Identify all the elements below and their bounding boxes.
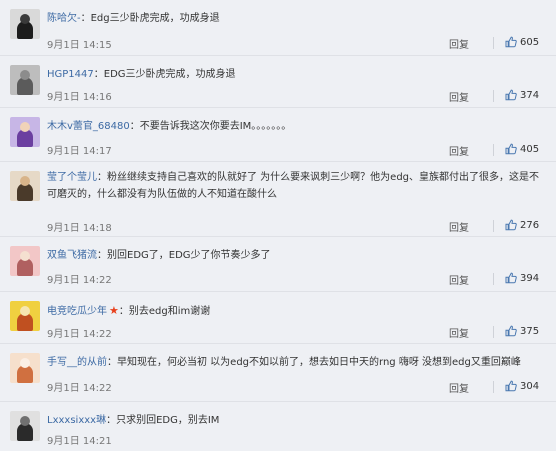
like-count: 394 bbox=[520, 272, 540, 284]
comment-content: 陈哈欠-：Edg三少卧虎完成，功成身退 bbox=[47, 10, 546, 27]
member-badge-icon: ★ bbox=[109, 304, 119, 317]
comment-content: 莹了个莹儿：粉丝继续支持自己喜欢的队就好了 为什么要来讽刺三少啊？他为edg、皇… bbox=[47, 169, 546, 203]
name-separator: ： bbox=[129, 121, 140, 132]
name-separator: ： bbox=[106, 415, 117, 426]
thumb-up-icon bbox=[505, 36, 517, 48]
like-count: 605 bbox=[520, 36, 540, 48]
like-button[interactable]: 304 bbox=[505, 380, 539, 392]
comment-content: 手写__的从前：早知现在，何必当初 以为edg不如以前了，想去如日中天的rng … bbox=[47, 354, 546, 371]
username-link[interactable]: 手写__的从前 bbox=[47, 357, 107, 368]
comment-content: HGP1447：EDG三少卧虎完成，功成身退 bbox=[47, 66, 546, 83]
thumb-up-icon bbox=[505, 89, 517, 101]
reply-button[interactable]: 回复 bbox=[449, 36, 469, 51]
avatar[interactable] bbox=[10, 411, 40, 441]
thumb-up-icon bbox=[505, 272, 517, 284]
comment-text: 早知现在，何必当初 以为edg不如以前了，想去如日中天的rng 嗨呀 没想到ed… bbox=[117, 357, 521, 368]
comment-timestamp: 9月1日 14:22 bbox=[47, 275, 112, 286]
comment-timestamp: 9月1日 14:22 bbox=[47, 329, 112, 340]
name-separator: ： bbox=[93, 69, 104, 80]
comment-timestamp: 9月1日 14:21 bbox=[47, 436, 112, 447]
avatar[interactable] bbox=[10, 353, 40, 383]
comment-item: 手写__的从前：早知现在，何必当初 以为edg不如以前了，想去如日中天的rng … bbox=[0, 344, 556, 402]
like-button[interactable]: 405 bbox=[505, 143, 539, 155]
name-separator: ： bbox=[97, 172, 107, 183]
like-count: 375 bbox=[520, 325, 540, 337]
reply-button[interactable]: 回复 bbox=[449, 380, 469, 395]
thumb-up-icon bbox=[505, 380, 517, 392]
username-link[interactable]: Lxxxsixxx琳 bbox=[47, 415, 106, 426]
avatar[interactable] bbox=[10, 117, 40, 147]
avatar[interactable] bbox=[10, 9, 40, 39]
action-divider bbox=[493, 144, 494, 156]
comment-item: HGP1447：EDG三少卧虎完成，功成身退 9月1日 14:16 回复 374 bbox=[0, 56, 556, 108]
avatar[interactable] bbox=[10, 301, 40, 331]
username-link[interactable]: 陈哈欠- bbox=[47, 13, 81, 24]
name-separator: ： bbox=[80, 13, 91, 24]
comment-feed: 陈哈欠-：Edg三少卧虎完成，功成身退 9月1日 14:15 回复 605 HGP144… bbox=[0, 0, 556, 451]
comment-text: 只求别回EDG，别去IM bbox=[116, 415, 220, 426]
name-separator: ： bbox=[107, 357, 117, 368]
reply-button[interactable]: 回复 bbox=[449, 325, 469, 340]
username-link[interactable]: 双鱼飞猪流 bbox=[47, 250, 97, 261]
avatar[interactable] bbox=[10, 65, 40, 95]
username-link[interactable]: 木木v蕾官_68480 bbox=[47, 121, 130, 132]
comment-timestamp: 9月1日 14:17 bbox=[47, 146, 112, 157]
like-count: 405 bbox=[520, 143, 540, 155]
comment-content: 双鱼飞猪流：别回EDG了，EDG少了你节奏少多了 bbox=[47, 247, 546, 264]
username-link[interactable]: 电竞吃瓜少年 bbox=[47, 306, 107, 317]
reply-button[interactable]: 回复 bbox=[449, 219, 469, 234]
like-button[interactable]: 276 bbox=[505, 219, 539, 231]
like-count: 276 bbox=[520, 219, 540, 231]
username-link[interactable]: HGP1447 bbox=[47, 69, 94, 80]
like-count: 374 bbox=[520, 89, 540, 101]
like-button[interactable]: 605 bbox=[505, 36, 539, 48]
comment-item: 陈哈欠-：Edg三少卧虎完成，功成身退 9月1日 14:15 回复 605 bbox=[0, 0, 556, 56]
comment-text: 别回EDG了，EDG少了你节奏少多了 bbox=[107, 250, 271, 261]
name-separator: ： bbox=[118, 306, 129, 317]
comment-text: 不要告诉我这次你要去IM。。。。。。。 bbox=[139, 121, 292, 132]
comment-item: Lxxxsixxx琳：只求别回EDG，别去IM 9月1日 14:21 bbox=[0, 402, 556, 451]
like-button[interactable]: 375 bbox=[505, 325, 539, 337]
comment-content: 木木v蕾官_68480：不要告诉我这次你要去IM。。。。。。。 bbox=[47, 118, 546, 135]
comment-item: 双鱼飞猪流：别回EDG了，EDG少了你节奏少多了 9月1日 14:22 回复 394 bbox=[0, 237, 556, 292]
reply-button[interactable]: 回复 bbox=[449, 272, 469, 287]
action-divider bbox=[493, 90, 494, 102]
avatar[interactable] bbox=[10, 171, 40, 201]
comment-content: 电竞吃瓜少年 ★：别去edg和im谢谢 bbox=[47, 302, 546, 320]
comment-content: Lxxxsixxx琳：只求别回EDG，别去IM bbox=[47, 412, 546, 429]
comment-timestamp: 9月1日 14:22 bbox=[47, 383, 112, 394]
action-divider bbox=[493, 273, 494, 285]
like-button[interactable]: 394 bbox=[505, 272, 539, 284]
comment-text: EDG三少卧虎完成，功成身退 bbox=[103, 69, 236, 80]
comment-text: 粉丝继续支持自己喜欢的队就好了 为什么要来讽刺三少啊？他为edg、皇族都付出了很… bbox=[47, 172, 540, 200]
comment-text: Edg三少卧虎完成，功成身退 bbox=[90, 13, 220, 24]
username-link[interactable]: 莹了个莹儿 bbox=[47, 172, 97, 183]
thumb-up-icon bbox=[505, 325, 517, 337]
comment-item: 莹了个莹儿：粉丝继续支持自己喜欢的队就好了 为什么要来讽刺三少啊？他为edg、皇… bbox=[0, 162, 556, 237]
like-button[interactable]: 374 bbox=[505, 89, 539, 101]
comment-timestamp: 9月1日 14:18 bbox=[47, 223, 112, 234]
thumb-up-icon bbox=[505, 219, 517, 231]
action-divider bbox=[493, 381, 494, 393]
comment-item: 木木v蕾官_68480：不要告诉我这次你要去IM。。。。。。。 9月1日 14:1… bbox=[0, 108, 556, 162]
action-divider bbox=[493, 326, 494, 338]
action-divider bbox=[493, 37, 494, 49]
comment-text: 别去edg和im谢谢 bbox=[128, 306, 211, 317]
thumb-up-icon bbox=[505, 143, 517, 155]
comment-item: 电竞吃瓜少年 ★：别去edg和im谢谢 9月1日 14:22 回复 375 bbox=[0, 292, 556, 344]
like-count: 304 bbox=[520, 380, 540, 392]
action-divider bbox=[493, 220, 494, 232]
comment-timestamp: 9月1日 14:16 bbox=[47, 92, 112, 103]
reply-button[interactable]: 回复 bbox=[449, 89, 469, 104]
reply-button[interactable]: 回复 bbox=[449, 143, 469, 158]
comment-timestamp: 9月1日 14:15 bbox=[47, 40, 112, 51]
name-separator: ： bbox=[97, 250, 107, 261]
avatar[interactable] bbox=[10, 246, 40, 276]
